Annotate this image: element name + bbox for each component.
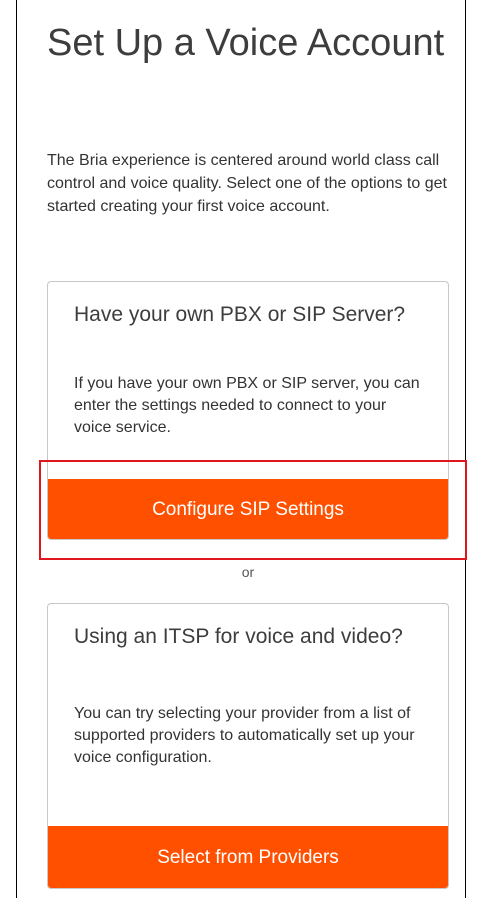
page-title: Set Up a Voice Account [47,22,445,64]
itsp-card-title: Using an ITSP for voice and video? [74,625,403,648]
sip-server-card: Have your own PBX or SIP Server? If you … [47,281,449,540]
itsp-card-description: You can try selecting your provider from… [74,705,415,766]
select-from-providers-button[interactable]: Select from Providers [48,826,448,888]
configure-sip-settings-button[interactable]: Configure SIP Settings [48,479,448,539]
itsp-card: Using an ITSP for voice and video? You c… [47,603,449,889]
or-separator: or [241,564,255,580]
sip-card-description: If you have your own PBX or SIP server, … [74,375,420,436]
intro-text: The Bria experience is centered around w… [47,152,447,215]
panel-right-border [465,0,466,898]
panel-left-border [16,0,17,898]
sip-card-title: Have your own PBX or SIP Server? [74,303,406,326]
